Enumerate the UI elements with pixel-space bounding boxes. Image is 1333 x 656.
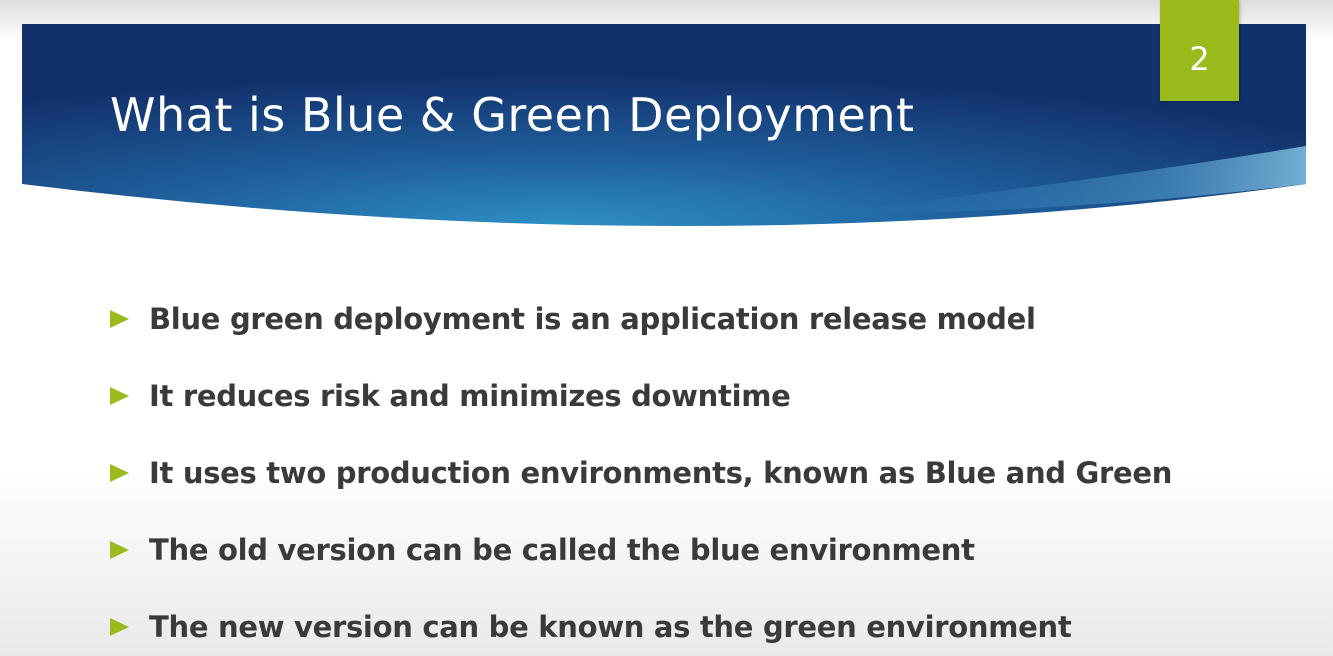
bullet-item: Blue green deployment is an application … — [110, 280, 1172, 357]
bullet-item: It reduces risk and minimizes downtime — [110, 357, 1172, 434]
triangle-arrow-right-icon — [110, 386, 129, 405]
bullet-item: The old version can be called the blue e… — [110, 511, 1172, 588]
bullet-text: Blue green deployment is an application … — [149, 301, 1036, 336]
triangle-arrow-right-icon — [110, 617, 129, 636]
bullet-text: It uses two production environments, kno… — [149, 455, 1173, 490]
triangle-arrow-right-icon — [110, 309, 129, 328]
page-number-badge: 2 — [1160, 0, 1239, 101]
page-number: 2 — [1189, 39, 1210, 78]
bullet-item: It uses two production environments, kno… — [110, 434, 1172, 511]
bullet-text: It reduces risk and minimizes downtime — [149, 378, 791, 413]
bullet-text: The new version can be known as the gree… — [149, 609, 1072, 644]
slide: What is Blue & Green Deployment 2 Blue g… — [0, 0, 1333, 656]
triangle-arrow-right-icon — [110, 463, 129, 482]
triangle-arrow-right-icon — [110, 540, 129, 559]
bullet-item: The new version can be known as the gree… — [110, 588, 1172, 656]
bullet-list: Blue green deployment is an application … — [110, 280, 1172, 656]
bullet-text: The old version can be called the blue e… — [149, 532, 975, 567]
slide-title: What is Blue & Green Deployment — [110, 88, 915, 142]
